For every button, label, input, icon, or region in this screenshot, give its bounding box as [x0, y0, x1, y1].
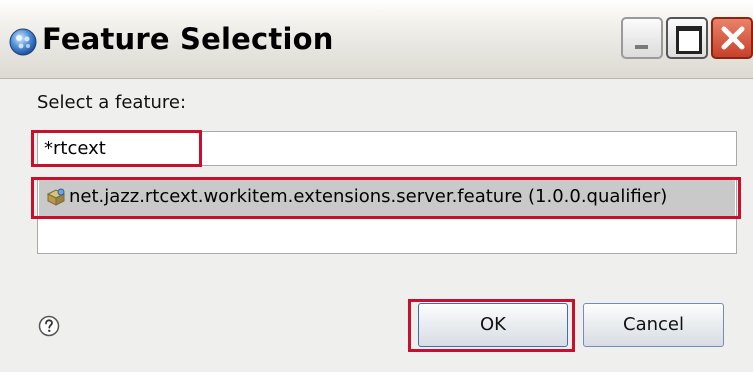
ok-highlight-box — [408, 299, 575, 352]
dialog-body: Select a feature: net.jazz.rtcext.workit… — [0, 79, 753, 372]
help-icon[interactable] — [38, 315, 60, 337]
title-bar[interactable]: Feature Selection — [0, 0, 753, 79]
eclipse-globe-icon — [9, 28, 37, 56]
filter-highlight-box — [31, 130, 202, 167]
maximize-button[interactable] — [666, 17, 708, 59]
cancel-button[interactable]: Cancel — [583, 303, 724, 347]
select-feature-label: Select a feature: — [37, 92, 187, 113]
minimize-button[interactable] — [621, 17, 663, 59]
close-button[interactable] — [711, 17, 753, 59]
window-title: Feature Selection — [42, 22, 334, 56]
minimize-icon — [635, 45, 648, 49]
feature-selection-dialog: Feature Selection Select a feature: *rtc… — [0, 0, 753, 372]
close-icon — [721, 26, 745, 50]
maximize-icon — [676, 26, 702, 54]
feature-highlight-box — [31, 177, 741, 219]
